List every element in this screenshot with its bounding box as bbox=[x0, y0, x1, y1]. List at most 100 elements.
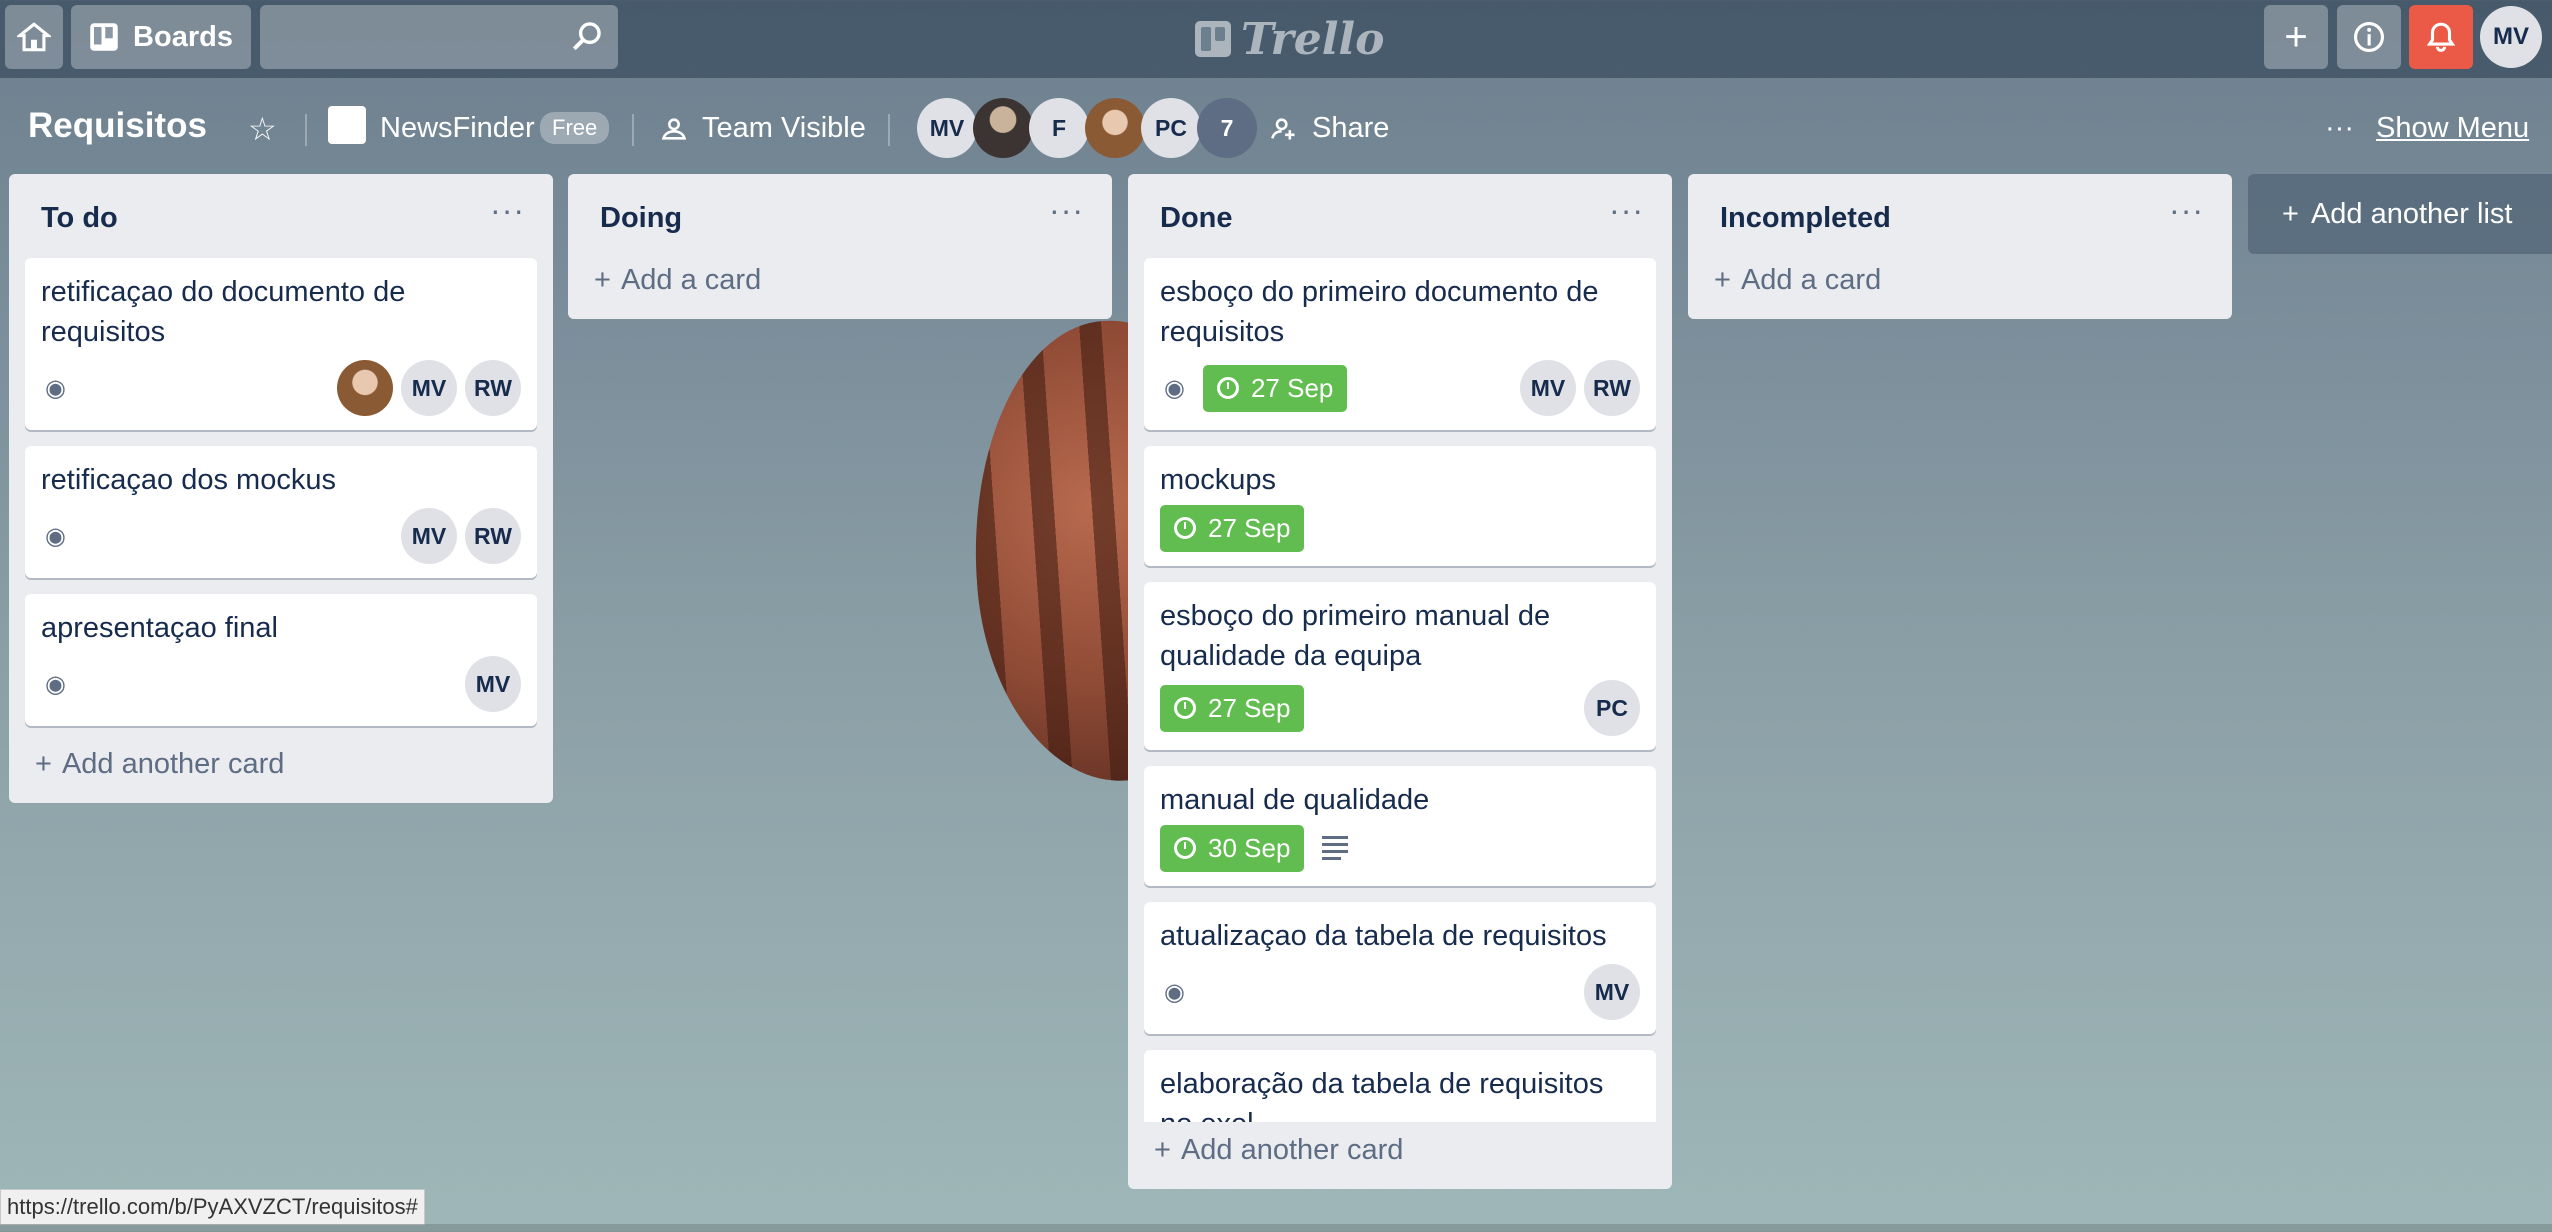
horizontal-scrollbar[interactable] bbox=[0, 1224, 2552, 1232]
list-menu-icon[interactable]: ··· bbox=[490, 192, 525, 229]
card[interactable]: manual de qualidade 30 Sep bbox=[1144, 766, 1656, 886]
star-icon[interactable]: ☆ bbox=[248, 110, 277, 148]
plan-badge: Free bbox=[540, 112, 610, 144]
share-button[interactable]: Share bbox=[1270, 112, 1389, 145]
team-name[interactable]: NewsFinder bbox=[380, 112, 535, 145]
plus-icon: + bbox=[35, 748, 52, 780]
list-title[interactable]: To do bbox=[41, 202, 118, 235]
due-date-badge[interactable]: 27 Sep bbox=[1202, 364, 1348, 412]
member-avatar[interactable] bbox=[973, 98, 1033, 158]
bell-icon bbox=[2426, 22, 2456, 52]
card[interactable]: esboço do primeiro manual de qualidade d… bbox=[1144, 582, 1656, 750]
list-header[interactable]: Incompleted ··· bbox=[1688, 174, 2232, 258]
watch-eye-icon: ◉ bbox=[45, 670, 66, 698]
trello-logo[interactable]: Trello bbox=[1195, 10, 1385, 68]
list-title[interactable]: Done bbox=[1160, 202, 1233, 235]
add-card-label: Add another card bbox=[1180, 1134, 1404, 1166]
card[interactable]: elaboração da tabela de requisitos no ex… bbox=[1144, 1050, 1656, 1122]
card-member-avatar[interactable]: MV bbox=[401, 508, 457, 564]
clock-icon bbox=[1174, 517, 1196, 539]
member-avatar[interactable]: PC bbox=[1141, 98, 1201, 158]
card-title: atualizaçao da tabela de requisitos bbox=[1160, 920, 1607, 952]
board-title[interactable]: Requisitos bbox=[28, 106, 207, 146]
info-button[interactable] bbox=[2337, 5, 2401, 69]
due-date-label: 27 Sep bbox=[1250, 372, 1334, 403]
list-cards-scroll[interactable]: esboço do primeiro documento de requisit… bbox=[1128, 258, 1672, 1122]
card[interactable]: mockups 27 Sep bbox=[1144, 446, 1656, 566]
card[interactable]: atualizaçao da tabela de requisitos ◉ MV bbox=[1144, 902, 1656, 1034]
card-member-avatar[interactable]: RW bbox=[1584, 360, 1640, 416]
search-icon[interactable] bbox=[570, 19, 604, 53]
card[interactable]: retificaçao dos mockus ◉ MV RW bbox=[25, 446, 537, 578]
search-box[interactable] bbox=[260, 5, 618, 69]
description-icon bbox=[1322, 836, 1349, 860]
member-avatar[interactable]: MV bbox=[917, 98, 977, 158]
trello-logo-icon bbox=[1195, 21, 1231, 57]
show-menu-label: Show Menu bbox=[2375, 112, 2530, 144]
member-avatar[interactable]: F bbox=[1029, 98, 1089, 158]
share-label: Share bbox=[1312, 112, 1390, 144]
team-visibility-icon bbox=[661, 117, 687, 140]
card-member-avatar[interactable]: MV bbox=[1584, 964, 1640, 1020]
list-menu-icon[interactable]: ··· bbox=[1609, 192, 1644, 229]
due-date-badge[interactable]: 30 Sep bbox=[1160, 824, 1305, 872]
clock-icon bbox=[1174, 697, 1196, 719]
list-title[interactable]: Doing bbox=[600, 202, 682, 235]
more-icon: ··· bbox=[2325, 112, 2354, 144]
add-card-button[interactable]: + Add a card bbox=[1688, 258, 2232, 319]
add-card-button[interactable]: + Add another card bbox=[9, 742, 553, 803]
list-header[interactable]: Doing ··· bbox=[568, 174, 1112, 258]
card-member-avatar[interactable]: MV bbox=[465, 656, 521, 712]
card-member-avatar[interactable]: RW bbox=[465, 360, 521, 416]
show-menu-button[interactable]: ··· Show Menu bbox=[2325, 112, 2529, 145]
member-count-badge[interactable]: 7 bbox=[1197, 98, 1257, 158]
boards-label: Boards bbox=[133, 20, 233, 53]
add-list-button[interactable]: + Add another list bbox=[2248, 174, 2552, 254]
boards-button[interactable]: Boards bbox=[71, 5, 251, 69]
header-divider bbox=[305, 114, 307, 146]
notifications-button[interactable] bbox=[2409, 5, 2473, 69]
card-member-avatar[interactable]: MV bbox=[401, 360, 457, 416]
add-card-button[interactable]: + Add another card bbox=[1128, 1122, 1672, 1189]
add-card-label: Add a card bbox=[620, 264, 762, 296]
search-input[interactable] bbox=[260, 5, 566, 67]
user-avatar[interactable]: MV bbox=[2480, 6, 2542, 68]
add-card-button[interactable]: + Add a card bbox=[568, 258, 1112, 319]
list-header[interactable]: Done ··· bbox=[1128, 174, 1672, 258]
card-member-avatar[interactable]: PC bbox=[1584, 680, 1640, 736]
card[interactable]: apresentaçao final ◉ MV bbox=[25, 594, 537, 726]
card-title: esboço do primeiro documento de requisit… bbox=[1160, 276, 1599, 348]
create-button[interactable]: + bbox=[2264, 5, 2328, 69]
list-title[interactable]: Incompleted bbox=[1720, 202, 1891, 235]
add-card-label: Add a card bbox=[1740, 264, 1882, 296]
clock-icon bbox=[1216, 377, 1239, 399]
add-member-icon bbox=[1271, 117, 1295, 139]
member-avatar[interactable] bbox=[1085, 98, 1145, 158]
due-date-badge[interactable]: 27 Sep bbox=[1160, 684, 1305, 732]
due-date-badge[interactable]: 27 Sep bbox=[1160, 504, 1305, 552]
card-member-avatar[interactable]: RW bbox=[465, 508, 521, 564]
card[interactable]: esboço do primeiro documento de requisit… bbox=[1144, 258, 1656, 430]
home-button[interactable] bbox=[5, 5, 63, 69]
watch-eye-icon: ◉ bbox=[1164, 978, 1185, 1006]
card-title: manual de qualidade bbox=[1160, 784, 1430, 816]
board-header: Requisitos ☆ NewsFinder Free Team Visibl… bbox=[0, 78, 2552, 174]
due-date-label: 27 Sep bbox=[1208, 692, 1291, 723]
card-member-avatar[interactable] bbox=[337, 360, 393, 416]
card-title: apresentaçao final bbox=[41, 612, 278, 644]
card-member-avatar[interactable]: MV bbox=[1520, 360, 1576, 416]
visibility-button[interactable]: Team Visible bbox=[660, 112, 866, 145]
card-title: mockups bbox=[1160, 464, 1277, 496]
card-title: esboço do primeiro manual de qualidade d… bbox=[1160, 600, 1551, 672]
card[interactable]: retificaçao do documento de requisitos ◉… bbox=[25, 258, 537, 430]
header-divider bbox=[632, 114, 634, 146]
list-to-do: To do ··· retificaçao do documento de re… bbox=[9, 174, 553, 803]
plus-icon: + bbox=[1714, 264, 1731, 296]
info-icon bbox=[2353, 21, 2385, 53]
list-menu-icon[interactable]: ··· bbox=[1049, 192, 1084, 229]
plus-icon: + bbox=[594, 264, 611, 296]
team-icon[interactable] bbox=[328, 106, 366, 144]
list-menu-icon[interactable]: ··· bbox=[2169, 192, 2204, 229]
board-members: MV F PC 7 bbox=[917, 98, 1257, 158]
list-header[interactable]: To do ··· bbox=[9, 174, 553, 258]
